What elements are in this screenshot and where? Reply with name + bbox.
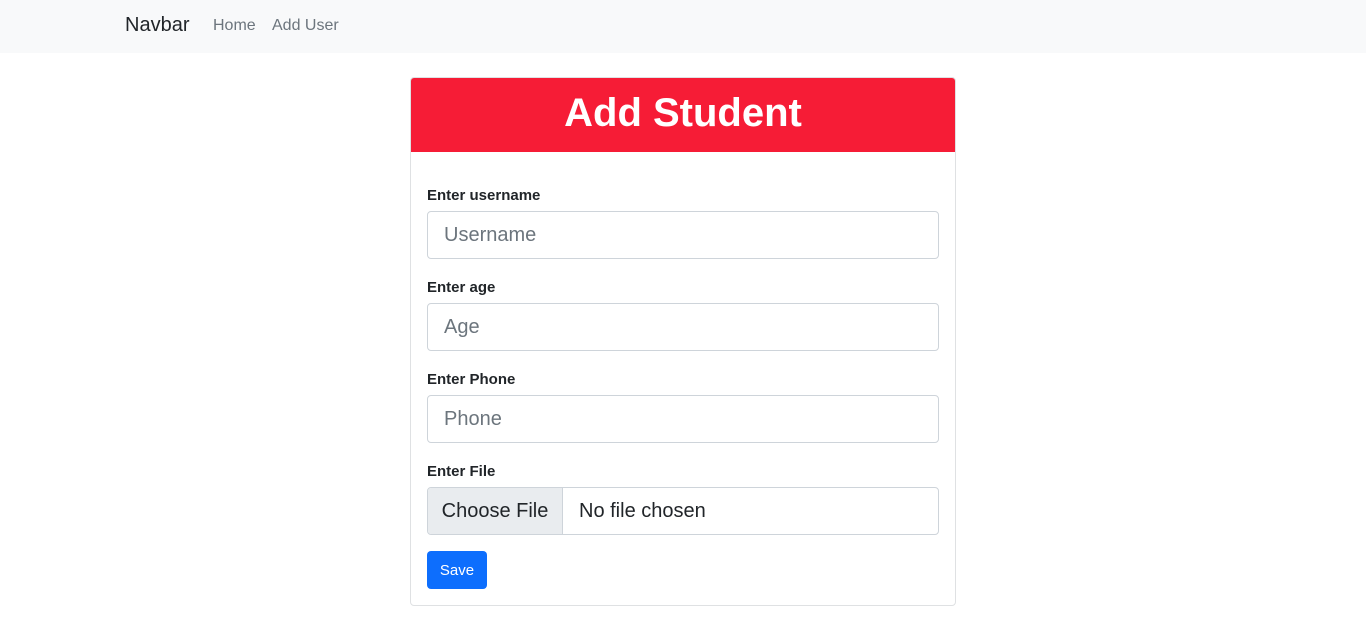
navbar-brand[interactable]: Navbar [125, 14, 189, 37]
age-label: Enter age [427, 279, 496, 296]
nav-link-add-user[interactable]: Add User [272, 17, 339, 35]
file-status: No file chosen [579, 500, 706, 522]
navbar: Navbar Home Add User [0, 0, 1366, 53]
file-input[interactable]: Choose File No file chosen [427, 487, 939, 535]
form-title: Add Student [564, 91, 802, 135]
username-input[interactable] [427, 211, 939, 259]
nav-link-home[interactable]: Home [213, 17, 256, 35]
add-student-card: Add Student Enter username Enter age Ent… [410, 77, 956, 606]
choose-file-button[interactable]: Choose File [428, 488, 563, 534]
card-header: Add Student [411, 78, 955, 152]
save-button[interactable]: Save [427, 551, 487, 589]
age-input[interactable] [427, 303, 939, 351]
phone-input[interactable] [427, 395, 939, 443]
phone-label: Enter Phone [427, 371, 516, 388]
file-label: Enter File [427, 463, 496, 480]
username-label: Enter username [427, 187, 541, 204]
